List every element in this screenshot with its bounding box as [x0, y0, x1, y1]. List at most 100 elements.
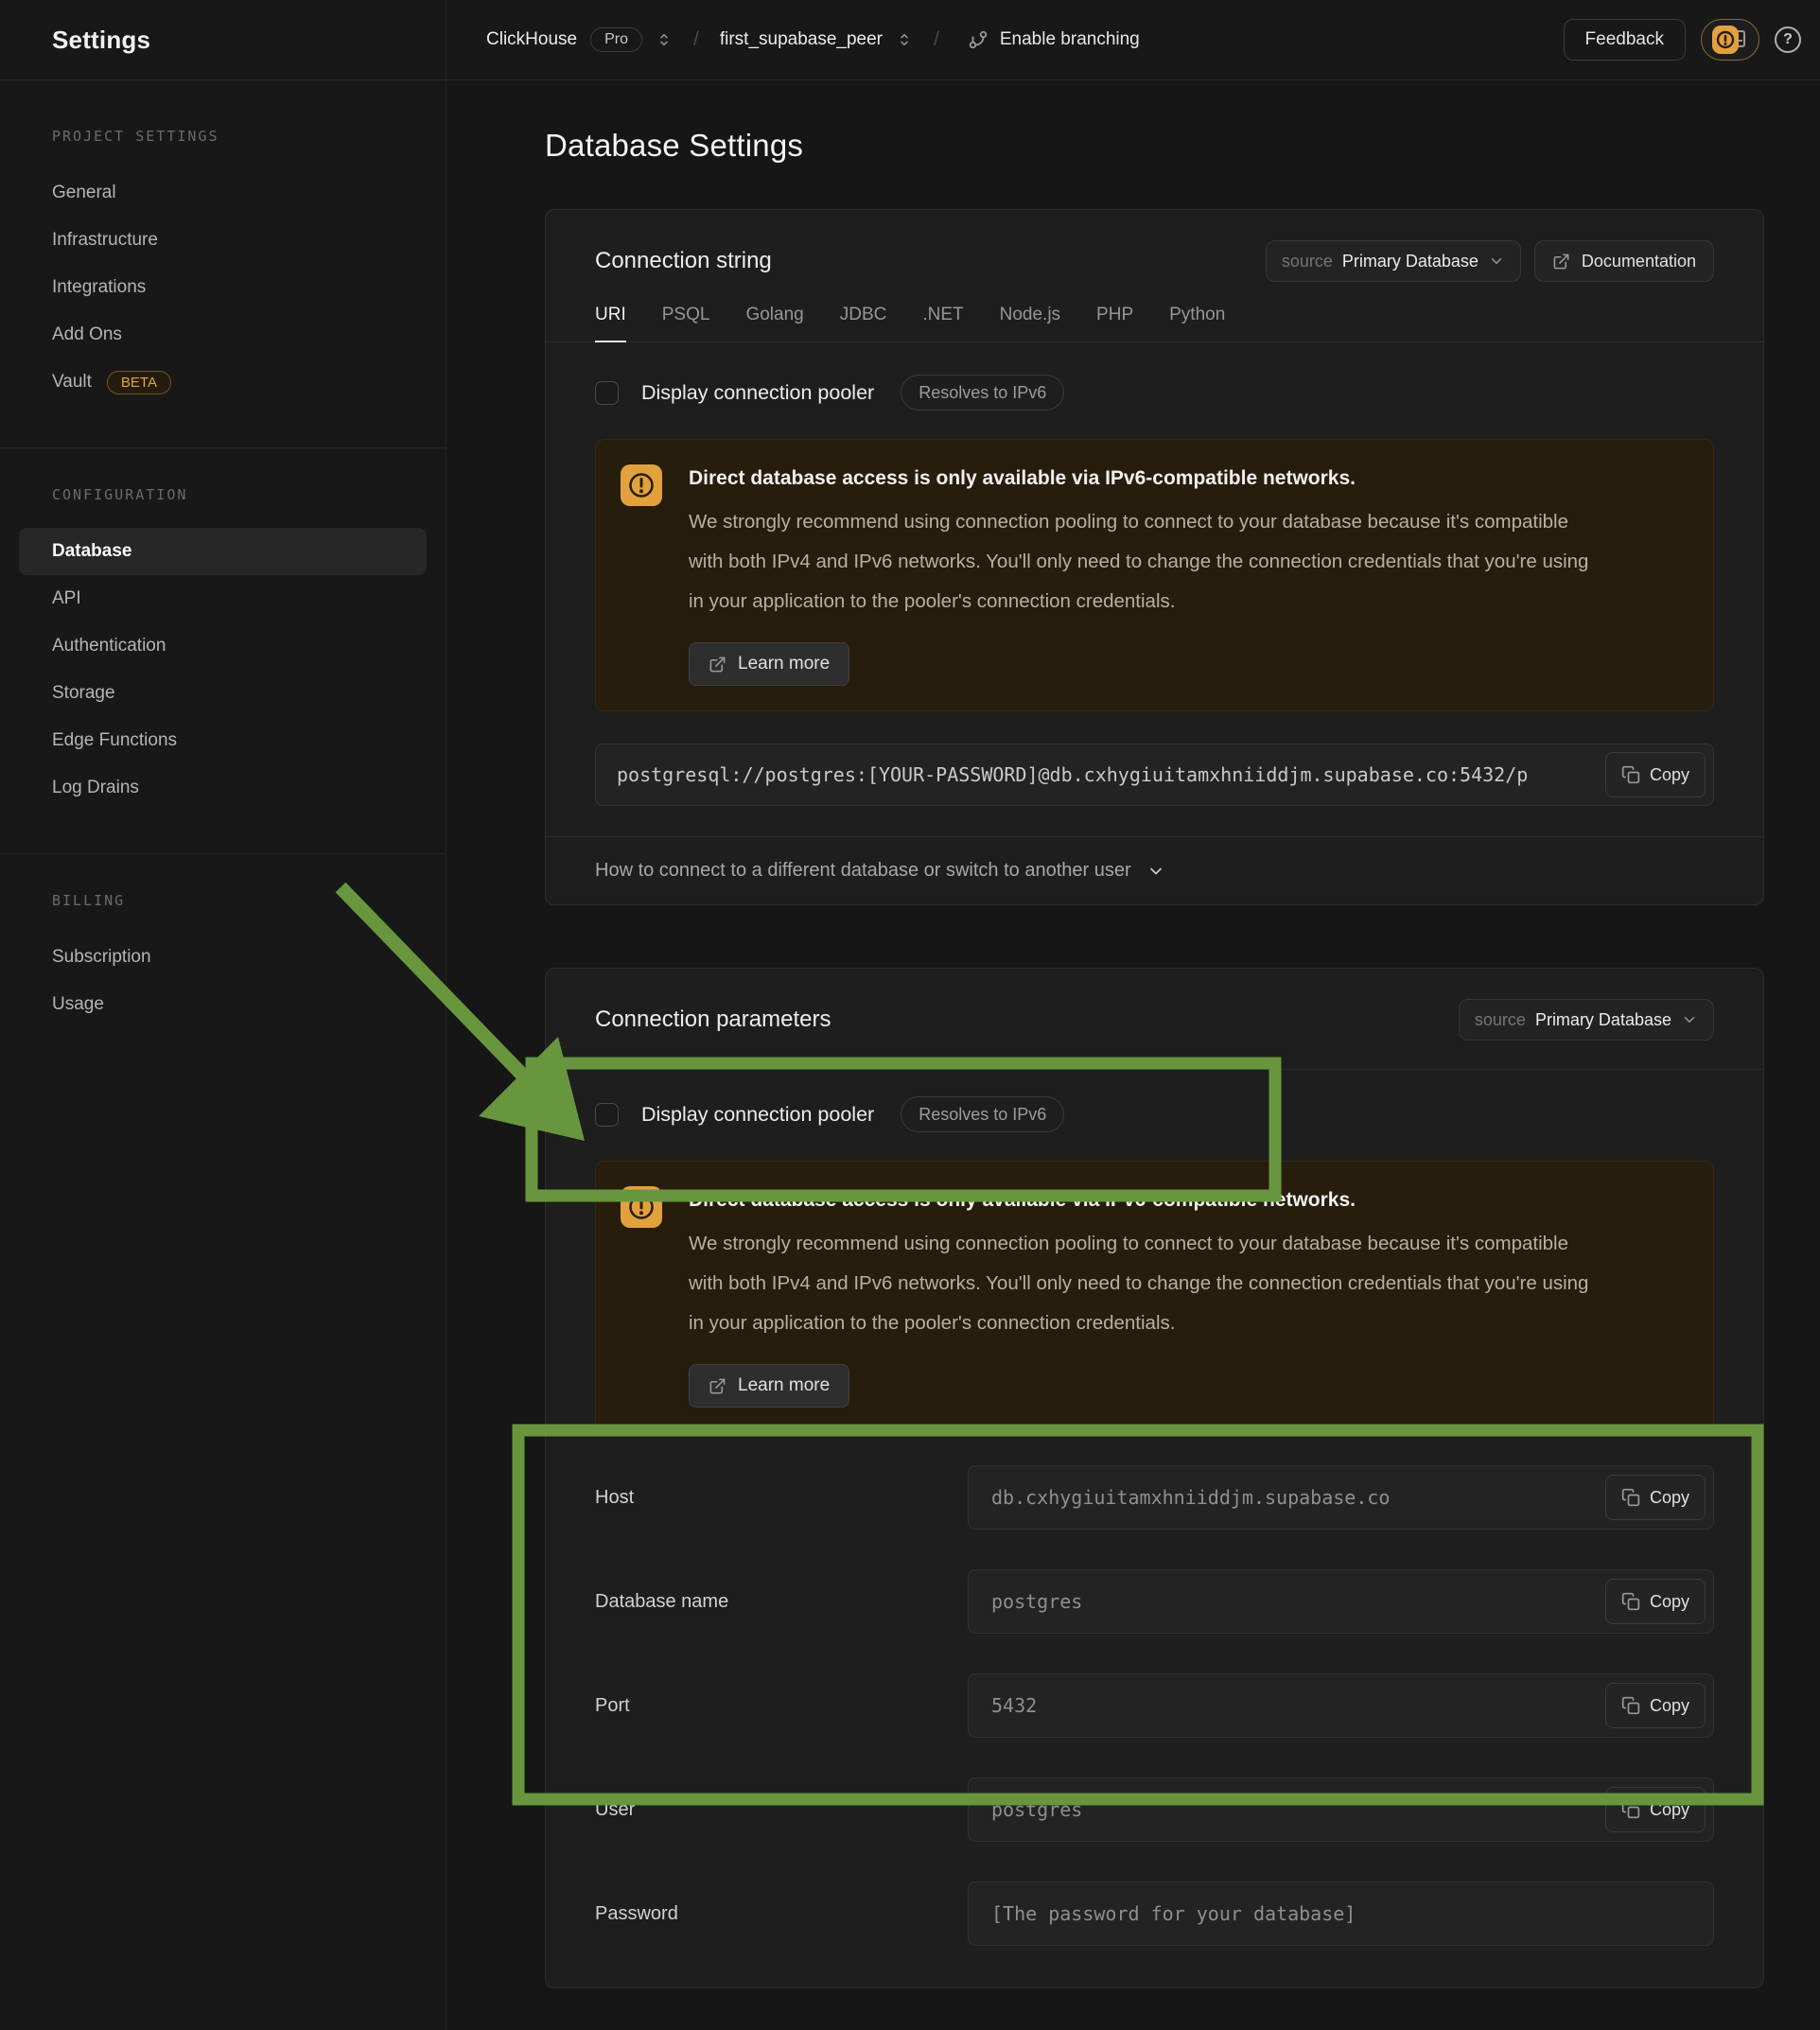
sidebar-item-subscription[interactable]: Subscription [19, 934, 427, 981]
sidebar-item-integrations[interactable]: Integrations [19, 264, 427, 311]
display-pooler-label: Display connection pooler [641, 1103, 874, 1127]
password-placeholder: [The password for your database] [991, 1902, 1356, 1925]
copy-port-button[interactable]: Copy [1605, 1683, 1706, 1728]
top-header: Settings ClickHouse Pro / first_supabase… [0, 0, 1820, 80]
feedback-button[interactable]: Feedback [1564, 19, 1686, 61]
sidebar-item-vault[interactable]: Vault BETA [19, 359, 427, 406]
sidebar-item-authentication[interactable]: Authentication [19, 622, 427, 670]
connection-parameters-header: Connection parameters source Primary Dat… [546, 969, 1763, 1070]
copy-label: Copy [1650, 1592, 1689, 1612]
chevron-down-icon [1681, 1011, 1698, 1028]
display-pooler-label: Display connection pooler [641, 381, 874, 405]
enable-branching-label: Enable branching [1000, 29, 1140, 50]
display-pooler-checkbox[interactable] [595, 1103, 619, 1127]
sidebar-item-usage[interactable]: Usage [19, 981, 427, 1028]
copy-host-button[interactable]: Copy [1605, 1475, 1706, 1520]
connection-uri-box[interactable]: postgresql://postgres:[YOUR-PASSWORD]@db… [595, 744, 1714, 806]
tab-nodejs[interactable]: Node.js [1000, 301, 1060, 342]
ipv6-warning-callout: Direct database access is only available… [595, 1161, 1714, 1433]
warning-body: We strongly recommend using connection p… [689, 502, 1597, 621]
chevrons-up-down-icon[interactable] [656, 31, 673, 48]
copy-user-button[interactable]: Copy [1605, 1787, 1706, 1832]
learn-more-button[interactable]: Learn more [689, 1364, 849, 1408]
copy-uri-button[interactable]: Copy [1605, 752, 1706, 797]
sidebar-item-label: Add Ons [52, 324, 122, 345]
sidebar-item-label: General [52, 183, 116, 203]
sidebar-item-log-drains[interactable]: Log Drains [19, 764, 427, 812]
connection-string-tabs: URI PSQL Golang JDBC .NET Node.js PHP Py… [546, 301, 1763, 342]
sidebar-item-storage[interactable]: Storage [19, 670, 427, 717]
display-pooler-row: Display connection pooler Resolves to IP… [595, 1093, 1714, 1136]
breadcrumb-org[interactable]: ClickHouse [486, 29, 577, 50]
source-select[interactable]: source Primary Database [1459, 999, 1714, 1041]
sidebar-item-label: API [52, 588, 81, 609]
sidebar-item-label: Vault [52, 372, 92, 393]
tab-jdbc[interactable]: JDBC [840, 301, 887, 342]
breadcrumb-project[interactable]: first_supabase_peer [720, 29, 883, 50]
connect-help-disclosure[interactable]: How to connect to a different database o… [546, 836, 1763, 904]
database-name-label: Database name [595, 1591, 968, 1613]
warning-icon [621, 464, 662, 686]
sidebar-item-general[interactable]: General [19, 169, 427, 217]
tab-uri[interactable]: URI [595, 301, 626, 342]
tab-psql[interactable]: PSQL [662, 301, 710, 342]
tab-dotnet[interactable]: .NET [922, 301, 963, 342]
host-value: db.cxhygiuitamxhniiddjm.supabase.co [991, 1486, 1390, 1509]
database-name-value: postgres [991, 1590, 1082, 1613]
sidebar-item-database[interactable]: Database [19, 528, 427, 575]
section-label-project-settings: PROJECT SETTINGS [0, 128, 446, 145]
copy-database-name-button[interactable]: Copy [1605, 1579, 1706, 1624]
header-main: ClickHouse Pro / first_supabase_peer / E… [446, 0, 1820, 79]
chevron-down-icon [1146, 862, 1165, 881]
connection-parameter-fields: Host db.cxhygiuitamxhniiddjm.supabase.co… [595, 1465, 1714, 1946]
chevron-down-icon [1488, 253, 1505, 270]
source-select-value: Primary Database [1342, 252, 1479, 271]
copy-icon [1621, 1696, 1640, 1715]
breadcrumb-separator: / [926, 28, 947, 51]
sidebar-item-api[interactable]: API [19, 575, 427, 622]
help-icon: ? [1783, 31, 1793, 48]
sidebar-item-label: Edge Functions [52, 730, 177, 751]
host-field[interactable]: db.cxhygiuitamxhniiddjm.supabase.co Copy [968, 1465, 1714, 1530]
learn-more-label: Learn more [738, 1375, 830, 1396]
sidebar-item-label: Log Drains [52, 778, 139, 798]
source-select-label: source [1475, 1010, 1526, 1030]
chevrons-up-down-icon[interactable] [896, 31, 913, 48]
breadcrumb-separator: / [686, 28, 707, 51]
help-button[interactable]: ? [1775, 26, 1801, 53]
sidebar-item-label: Usage [52, 994, 104, 1015]
sidebar-item-edge-functions[interactable]: Edge Functions [19, 717, 427, 764]
copy-icon [1621, 765, 1640, 784]
port-field[interactable]: 5432 Copy [968, 1673, 1714, 1738]
password-field[interactable]: [The password for your database] [968, 1881, 1714, 1946]
connection-string-card: Connection string source Primary Databas… [545, 209, 1764, 905]
ipv6-warning-callout: Direct database access is only available… [595, 439, 1714, 711]
port-field-row: Port 5432 Copy [595, 1673, 1714, 1738]
user-field[interactable]: postgres Copy [968, 1777, 1714, 1842]
resolves-ipv6-badge: Resolves to IPv6 [901, 1096, 1064, 1132]
port-label: Port [595, 1695, 968, 1717]
feedback-label: Feedback [1585, 29, 1664, 50]
app-title: Settings [52, 26, 150, 55]
sidebar-item-infrastructure[interactable]: Infrastructure [19, 217, 427, 264]
copy-label: Copy [1650, 1800, 1689, 1820]
tab-golang[interactable]: Golang [745, 301, 803, 342]
sidebar-item-add-ons[interactable]: Add Ons [19, 311, 427, 359]
documentation-button[interactable]: Documentation [1534, 240, 1714, 282]
learn-more-label: Learn more [738, 654, 830, 674]
tab-php[interactable]: PHP [1096, 301, 1133, 342]
learn-more-button[interactable]: Learn more [689, 642, 849, 686]
display-pooler-row: Display connection pooler Resolves to IP… [595, 371, 1714, 414]
header-settings-zone: Settings [0, 0, 446, 79]
source-select[interactable]: source Primary Database [1266, 240, 1521, 282]
warning-title: Direct database access is only available… [689, 1186, 1681, 1215]
password-field-row: Password [The password for your database… [595, 1881, 1714, 1946]
notifications-button[interactable] [1701, 19, 1759, 61]
display-pooler-checkbox[interactable] [595, 381, 619, 405]
enable-branching-button[interactable]: Enable branching [968, 29, 1140, 50]
source-select-label: source [1282, 252, 1333, 271]
port-value: 5432 [991, 1694, 1037, 1717]
tab-python[interactable]: Python [1169, 301, 1225, 342]
database-name-field[interactable]: postgres Copy [968, 1569, 1714, 1634]
breadcrumb: ClickHouse Pro / first_supabase_peer / E… [486, 27, 1564, 52]
